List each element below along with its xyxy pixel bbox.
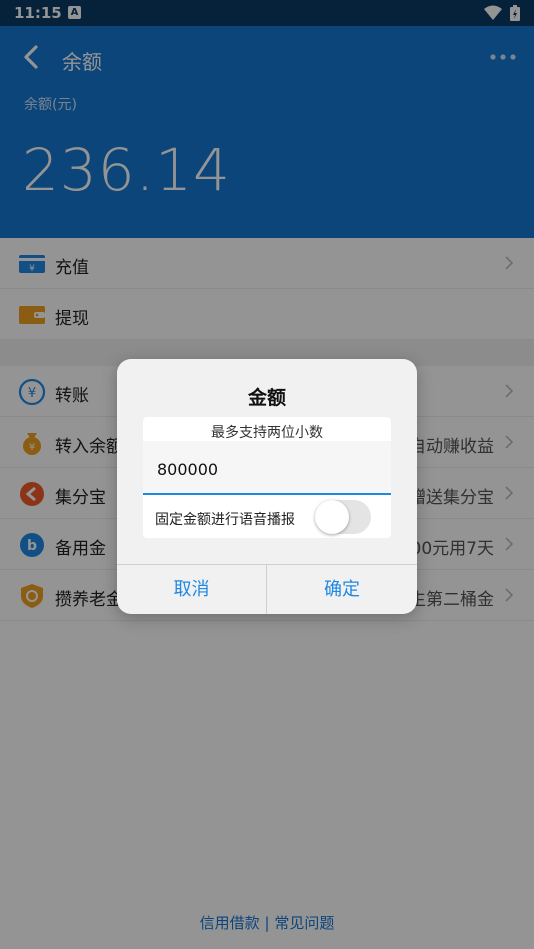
dialog-button-bar: 取消 确定	[117, 564, 417, 614]
amount-input[interactable]: 800000	[143, 441, 391, 495]
dialog-card: 最多支持两位小数 800000 固定金额进行语音播报	[143, 417, 391, 538]
toggle-knob	[315, 500, 349, 534]
cancel-button[interactable]: 取消	[117, 565, 267, 614]
dialog-title: 金额	[247, 387, 286, 409]
amount-dialog: 金额 最多支持两位小数 800000 固定金额进行语音播报 取消 确定	[117, 359, 417, 614]
amount-input-value: 800000	[157, 460, 219, 479]
voice-broadcast-toggle[interactable]	[315, 500, 371, 534]
confirm-button[interactable]: 确定	[267, 565, 417, 614]
voice-broadcast-label: 固定金额进行语音播报	[155, 512, 295, 528]
decimal-hint: 最多支持两位小数	[211, 425, 323, 441]
voice-broadcast-row: 固定金额进行语音播报	[143, 497, 391, 538]
